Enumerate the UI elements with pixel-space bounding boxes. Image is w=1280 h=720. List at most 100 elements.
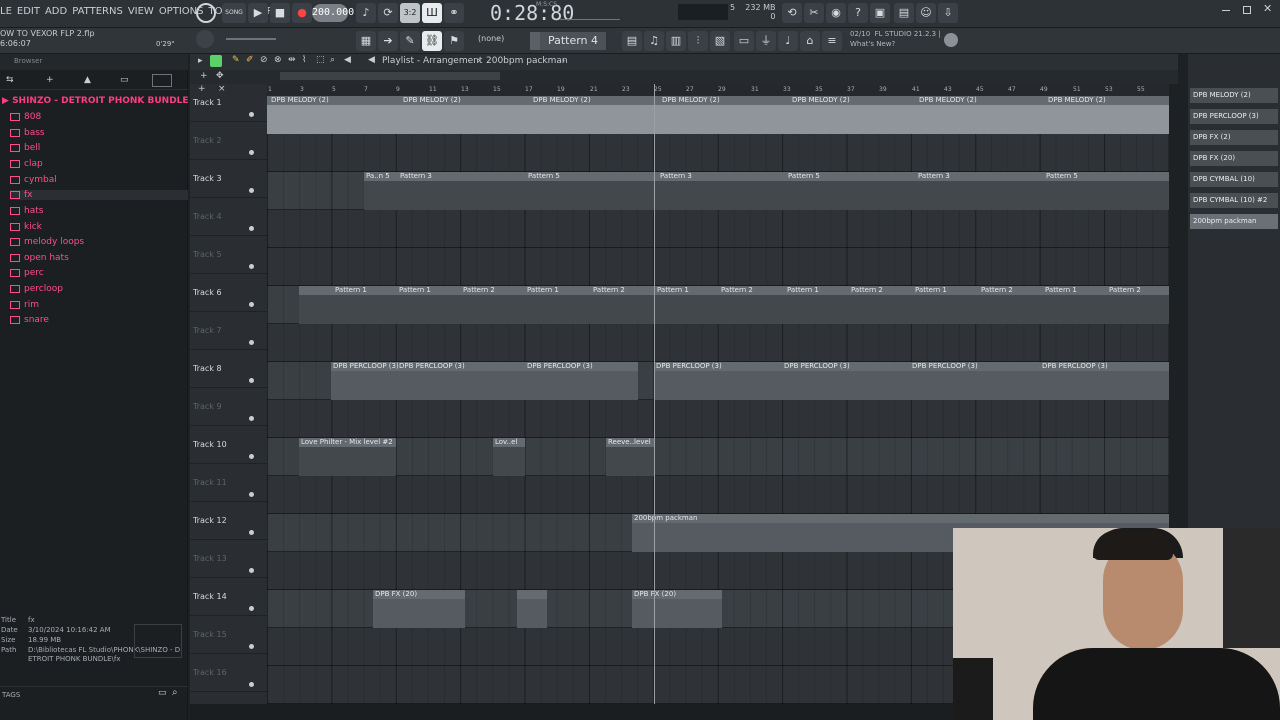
playlist-icon[interactable]: ▤ <box>622 31 642 51</box>
help-icon[interactable]: ? <box>848 3 868 23</box>
snap-icon[interactable]: ▦ <box>356 31 376 51</box>
automation-clip[interactable]: Reeve..level <box>606 438 654 476</box>
track-header[interactable]: Track 7 <box>190 312 267 350</box>
cut-icon[interactable]: ✂ <box>804 3 824 23</box>
render-icon[interactable]: ▤ <box>894 3 914 23</box>
export-icon[interactable]: ⇩ <box>938 3 958 23</box>
folder-kick[interactable]: kick <box>10 222 42 232</box>
link-icon[interactable]: ⛓ <box>422 31 442 51</box>
folder-clap[interactable]: clap <box>10 159 43 169</box>
track-header[interactable]: Track 6 <box>190 274 267 312</box>
folder-cymbal[interactable]: cymbal <box>10 175 57 185</box>
audio-clip[interactable] <box>517 590 547 628</box>
tuner-icon[interactable]: ♩ <box>778 31 798 51</box>
track-header[interactable]: Track 5 <box>190 236 267 274</box>
mute-icon[interactable]: ⊗ <box>274 55 282 65</box>
draw-icon[interactable]: ✎ <box>232 55 240 65</box>
plus-icon[interactable]: + <box>46 75 54 85</box>
track-header[interactable]: Track 1 <box>190 84 267 122</box>
breadcrumb-chevron-icon[interactable]: › <box>562 56 565 65</box>
horizontal-scrollbar[interactable] <box>280 72 500 80</box>
audio-clip[interactable]: DPB FX (20) <box>632 590 722 628</box>
wave-icon[interactable]: ▲ <box>84 75 91 85</box>
pattern-clip[interactable]: Pattern 1 Pattern 1 Pattern 2 Pattern 1 … <box>299 286 1169 324</box>
track-mute-icon[interactable] <box>249 682 254 687</box>
pattern-selector[interactable]: Pattern 4 <box>540 32 606 50</box>
pattern-clip[interactable]: Pa..n 5 Pattern 3 Pattern 5 Pattern 3 Pa… <box>364 172 1169 210</box>
delete-icon[interactable]: ⊘ <box>260 55 268 65</box>
save-icon[interactable]: ▣ <box>870 3 890 23</box>
speaker-icon[interactable]: ◀ <box>344 55 351 65</box>
pattern-song-toggle-icon[interactable] <box>196 3 216 23</box>
tempo-display[interactable]: 200.000 <box>312 4 354 22</box>
zoom-icon[interactable]: ⌕ <box>330 55 335 65</box>
picker-item[interactable]: DPB MELODY (2) <box>1190 88 1278 103</box>
metronome-icon[interactable]: ♪ <box>356 3 376 23</box>
menu-edit[interactable]: EDIT <box>17 6 40 17</box>
song-mode-button[interactable]: SONG <box>222 3 246 23</box>
track-header[interactable]: Track 12 <box>190 502 267 540</box>
folder-rim[interactable]: rim <box>10 300 39 310</box>
track-header[interactable]: Track 11 <box>190 464 267 502</box>
folder-perc[interactable]: perc <box>10 268 44 278</box>
folder-bass[interactable]: bass <box>10 128 45 138</box>
track-mute-icon[interactable] <box>249 188 254 193</box>
slice-icon[interactable]: ⌇ <box>302 55 306 65</box>
countdown-icon[interactable]: 3:2 <box>400 3 420 23</box>
track-header[interactable]: Track 10 <box>190 426 267 464</box>
play-icon[interactable]: ▶ <box>248 3 268 23</box>
menu-add[interactable]: ADD <box>45 6 67 17</box>
picker-item[interactable]: DPB FX (20) <box>1190 151 1278 166</box>
track-mute-icon[interactable] <box>249 416 254 421</box>
folder-hats[interactable]: hats <box>10 206 43 216</box>
record-audio-icon[interactable]: ◉ <box>826 3 846 23</box>
plugin-icon[interactable]: ▧ <box>710 31 730 51</box>
news-panel[interactable]: 02/10 FL STUDIO 21.2.3 | What's New? <box>850 29 941 49</box>
track-header[interactable]: Track 14 <box>190 578 267 616</box>
track-mute-icon[interactable] <box>249 492 254 497</box>
folder-bell[interactable]: bell <box>10 143 40 153</box>
audio-clip[interactable]: DPB MELODY (2) DPB MELODY (2) DPB MELODY… <box>267 96 1169 134</box>
bundle-folder[interactable]: ▶ SHINZO - DETROIT PHONK BUNDLE <box>2 96 189 106</box>
track-header[interactable]: Track 13 <box>190 540 267 578</box>
back-icon[interactable]: ⇆ <box>6 75 14 85</box>
track-mute-icon[interactable] <box>249 644 254 649</box>
automation-clip[interactable]: Love Philter - Mix level #2 <box>299 438 396 476</box>
channel-selector[interactable]: (none) <box>478 34 504 43</box>
track-header[interactable]: Track 9 <box>190 388 267 426</box>
folder-icon[interactable]: ▭ <box>120 75 129 85</box>
pitch-slider[interactable] <box>226 38 276 40</box>
track-mute-icon[interactable] <box>249 302 254 307</box>
search-icon[interactable]: ⌕ <box>172 687 178 698</box>
gear-icon[interactable] <box>944 33 958 47</box>
paint-icon[interactable]: ✐ <box>246 55 254 65</box>
track-mute-icon[interactable] <box>249 264 254 269</box>
automation-clip[interactable]: Lov..el <box>493 438 525 476</box>
folder-808[interactable]: 808 <box>10 112 41 122</box>
playlist-menu-icon[interactable]: ▸ <box>198 56 203 66</box>
plug-icon[interactable]: ⏚ <box>756 31 776 51</box>
select-icon[interactable]: ⬚ <box>316 55 325 65</box>
add-track-icon[interactable]: + <box>200 71 208 81</box>
audio-clip[interactable]: DPB FX (20) <box>373 590 465 628</box>
track-mute-icon[interactable] <box>249 454 254 459</box>
pattern-prev-icon[interactable] <box>530 32 540 50</box>
slip-icon[interactable]: ⇹ <box>288 55 296 65</box>
track-mute-icon[interactable] <box>249 112 254 117</box>
folder-percloop[interactable]: percloop <box>10 284 63 294</box>
folder-open-hats[interactable]: open hats <box>10 253 69 263</box>
maximize-icon[interactable] <box>1243 6 1251 14</box>
add-folder-icon[interactable] <box>152 74 172 87</box>
track-mute-icon[interactable] <box>249 568 254 573</box>
track-mute-icon[interactable] <box>249 606 254 611</box>
menu-file[interactable]: LE <box>0 6 12 17</box>
track-header[interactable]: Track 16 <box>190 654 267 692</box>
channel-rack-icon[interactable]: ▥ <box>666 31 686 51</box>
picker-item[interactable]: DPB CYMBAL (10) <box>1190 172 1278 187</box>
track-mute-icon[interactable] <box>249 226 254 231</box>
timeline-ruler[interactable]: 1 3 5 7 9 11 13 15 17 19 21 23 25 27 29 … <box>267 84 1169 96</box>
playhead[interactable] <box>654 84 655 704</box>
master-pitch-knob[interactable] <box>196 30 214 48</box>
blend-icon[interactable]: ⚭ <box>444 3 464 23</box>
chat-icon[interactable]: ☺ <box>916 3 936 23</box>
